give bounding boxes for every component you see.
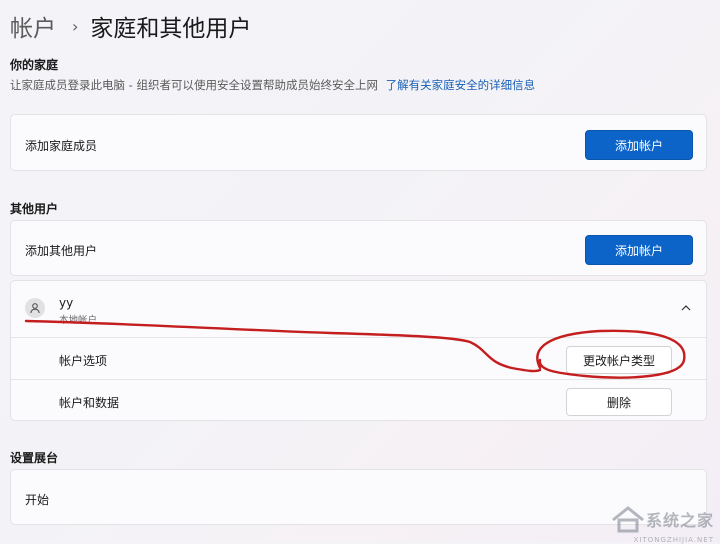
breadcrumb-separator-icon: › <box>72 16 79 36</box>
watermark-subtext: XITONGZHIJIA.NET <box>633 536 714 544</box>
watermark-text: 系统之家 <box>645 511 714 530</box>
breadcrumb-parent-accounts[interactable]: 帐户 <box>10 9 56 43</box>
kiosk-start-card[interactable]: 开始 <box>10 469 707 525</box>
add-other-account-button[interactable]: 添加帐户 <box>585 235 693 265</box>
user-card-yy: yy 本地帐户 帐户选项 更改帐户类型 帐户和数据 删除 <box>10 280 707 421</box>
family-description-text: 让家庭成员登录此电脑 - 组织者可以使用安全设置帮助成员始终安全上网 <box>10 78 378 92</box>
watermark-logo: 系统之家 XITONGZHIJIA.NET <box>610 504 714 544</box>
kiosk-section-title: 设置展台 <box>10 451 59 465</box>
user-name: yy <box>59 296 74 310</box>
delete-account-button[interactable]: 删除 <box>566 388 672 416</box>
account-options-row: 帐户选项 更改帐户类型 <box>11 337 706 379</box>
chevron-up-icon[interactable] <box>679 301 693 315</box>
add-family-member-card: 添加家庭成员 添加帐户 <box>10 114 707 171</box>
family-section-title: 你的家庭 <box>10 58 59 72</box>
account-options-label: 帐户选项 <box>59 354 108 368</box>
add-family-account-button[interactable]: 添加帐户 <box>585 130 693 160</box>
user-card-header[interactable]: yy 本地帐户 <box>11 281 706 337</box>
add-other-user-card: 添加其他用户 添加帐户 <box>10 220 707 276</box>
add-family-member-label: 添加家庭成员 <box>25 139 98 153</box>
add-other-user-label: 添加其他用户 <box>25 244 98 258</box>
breadcrumb: 帐户 › 家庭和其他用户 <box>10 8 251 44</box>
change-account-type-button[interactable]: 更改帐户类型 <box>566 346 672 374</box>
watermark-house-icon <box>612 506 644 533</box>
other-users-section-title: 其他用户 <box>10 202 59 216</box>
family-description: 让家庭成员登录此电脑 - 组织者可以使用安全设置帮助成员始终安全上网 了解有关家… <box>10 77 535 93</box>
family-safety-learn-more-link[interactable]: 了解有关家庭安全的详细信息 <box>386 78 536 92</box>
person-icon <box>25 298 45 318</box>
page-title: 家庭和其他用户 <box>90 16 252 42</box>
account-data-label: 帐户和数据 <box>59 396 120 410</box>
kiosk-start-label: 开始 <box>25 493 50 507</box>
user-account-type: 本地帐户 <box>59 315 98 326</box>
account-data-row: 帐户和数据 删除 <box>11 379 706 421</box>
